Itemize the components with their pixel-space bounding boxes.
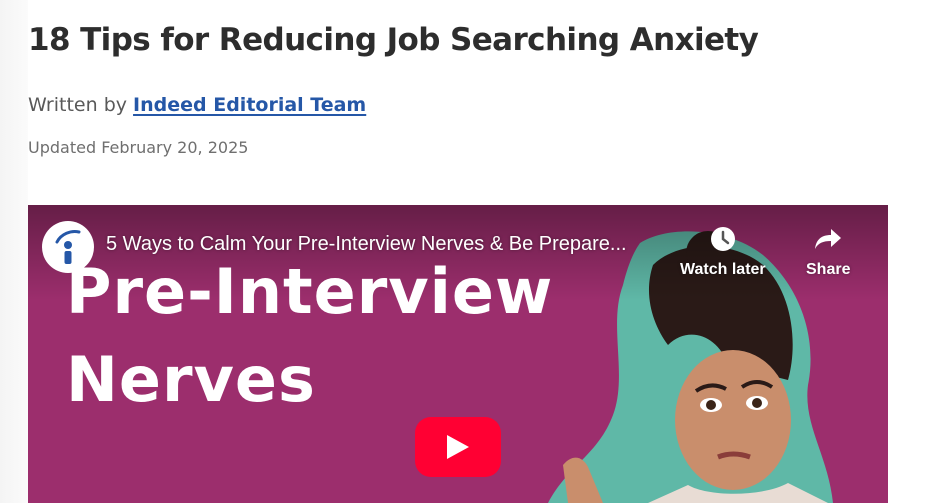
- video-player[interactable]: Pre-Interview Nerves 5 Ways to Calm Your…: [28, 205, 888, 503]
- video-title[interactable]: 5 Ways to Calm Your Pre-Interview Nerves…: [106, 233, 627, 256]
- byline: Written by Indeed Editorial Team: [28, 94, 366, 116]
- page-margin: [0, 0, 28, 503]
- author-link[interactable]: Indeed Editorial Team: [133, 94, 366, 116]
- updated-date: Updated February 20, 2025: [28, 138, 249, 157]
- share-label: Share: [806, 261, 851, 278]
- indeed-logo-icon[interactable]: [42, 221, 94, 273]
- byline-prefix: Written by: [28, 94, 127, 116]
- youtube-play-icon[interactable]: [415, 417, 501, 477]
- thumbnail-text-line1: Pre-Interview: [66, 255, 554, 328]
- watch-later-button[interactable]: Watch later: [680, 221, 766, 279]
- share-button[interactable]: Share: [806, 221, 850, 279]
- thumbnail-text-line2: Nerves: [66, 343, 316, 416]
- article-title: 18 Tips for Reducing Job Searching Anxie…: [28, 22, 759, 58]
- clock-icon: [680, 221, 766, 257]
- share-arrow-icon: [806, 221, 850, 257]
- watch-later-label: Watch later: [680, 261, 766, 278]
